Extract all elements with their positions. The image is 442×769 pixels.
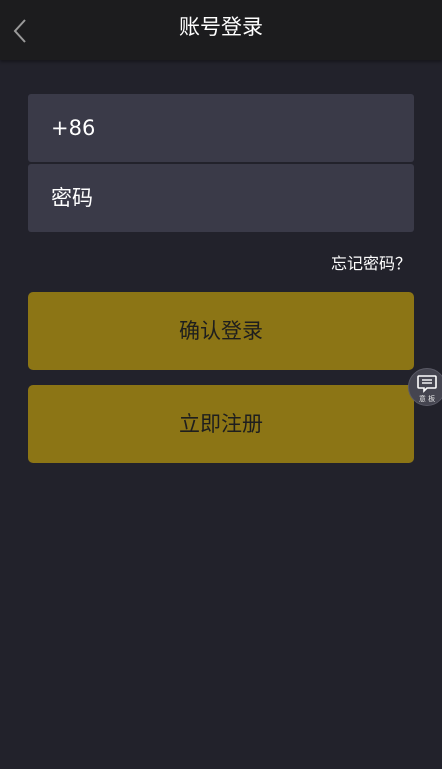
login-screen: 账号登录 +86 密码 忘记密码？ 确认登录 立即注册 意 板 bbox=[0, 0, 442, 769]
forgot-password-link[interactable]: 忘记密码？ bbox=[331, 250, 411, 274]
login-button[interactable]: 确认登录 bbox=[28, 292, 414, 370]
floating-feedback-button[interactable]: 意 板 bbox=[408, 368, 442, 406]
phone-input[interactable]: +86 bbox=[28, 94, 414, 162]
floating-button-label: 意 板 bbox=[418, 395, 436, 403]
message-icon bbox=[417, 375, 437, 393]
register-button[interactable]: 立即注册 bbox=[28, 385, 414, 463]
page-title: 账号登录 bbox=[179, 15, 263, 39]
password-input[interactable]: 密码 bbox=[28, 164, 414, 232]
top-bar: 账号登录 bbox=[0, 0, 442, 60]
